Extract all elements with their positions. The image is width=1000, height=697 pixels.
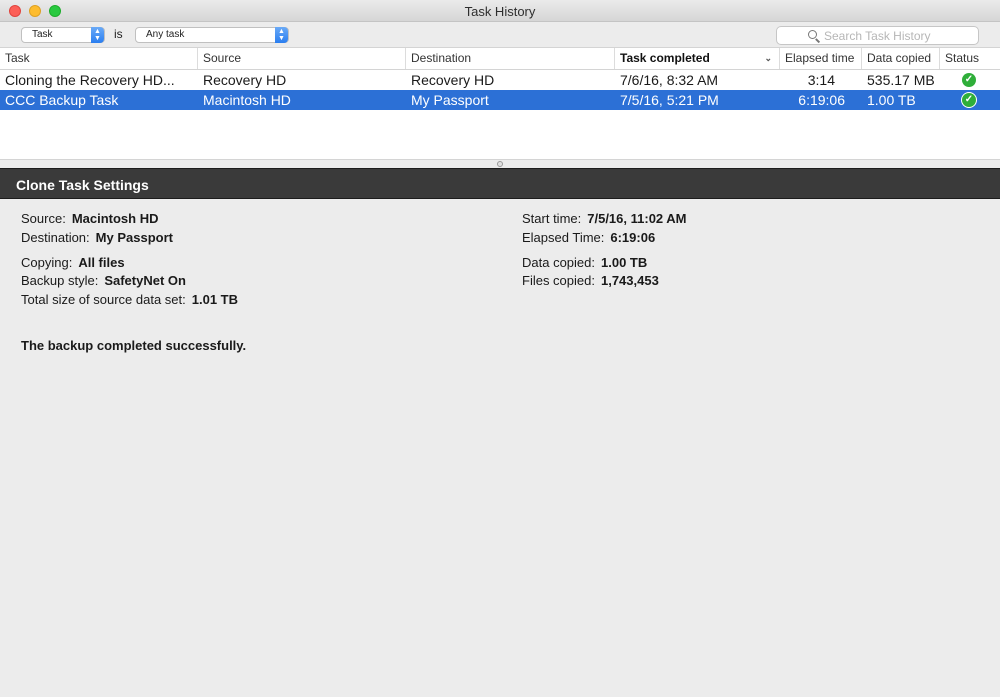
- column-header-source[interactable]: Source: [198, 48, 406, 69]
- detail-data-copied-label: Data copied:: [522, 255, 595, 270]
- cell-task: CCC Backup Task: [5, 92, 119, 108]
- detail-files-copied-value: 1,743,453: [600, 273, 659, 288]
- cell-data-copied: 535.17 MB: [867, 72, 935, 88]
- detail-data-copied-value: 1.00 TB: [601, 255, 648, 270]
- detail-copying-label: Copying:: [21, 255, 73, 270]
- detail-total-size-label: Total size of source data set:: [21, 292, 186, 307]
- filter-match-value: Any task: [146, 29, 185, 40]
- detail-start-time-label: Start time:: [522, 211, 582, 226]
- result-message: The backup completed successfully.: [21, 338, 247, 353]
- detail-source-label: Source:: [21, 211, 66, 226]
- filter-field-popup[interactable]: Task ▲ ▼: [21, 27, 105, 43]
- detail-source: Source: Macintosh HD: [21, 211, 158, 226]
- search-icon: [808, 30, 817, 39]
- detail-files-copied-label: Files copied:: [522, 273, 595, 288]
- column-header-elapsed-time[interactable]: Elapsed time: [780, 48, 862, 69]
- title-bar[interactable]: Task History: [0, 0, 1000, 22]
- cell-destination: My Passport: [411, 92, 489, 108]
- detail-backup-style: Backup style: SafetyNet On: [21, 273, 186, 288]
- cell-elapsed-time: 6:19:06: [798, 92, 845, 108]
- detail-destination-label: Destination:: [21, 230, 90, 245]
- cell-task: Cloning the Recovery HD...: [5, 72, 175, 88]
- detail-elapsed-time-value: 6:19:06: [610, 230, 656, 245]
- cell-data-copied: 1.00 TB: [867, 92, 916, 108]
- detail-destination: Destination: My Passport: [21, 230, 173, 245]
- success-check-icon: ✓: [962, 73, 976, 87]
- table-body: Cloning the Recovery HD... Recovery HD R…: [0, 70, 1000, 110]
- cell-task-completed: 7/5/16, 5:21 PM: [620, 92, 719, 108]
- detail-backup-style-value: SafetyNet On: [104, 273, 186, 288]
- cell-source: Recovery HD: [203, 72, 287, 88]
- detail-total-size-value: 1.01 TB: [191, 292, 239, 307]
- split-view-divider[interactable]: [0, 160, 1000, 168]
- search-field[interactable]: [776, 26, 979, 45]
- table-row[interactable]: Cloning the Recovery HD... Recovery HD R…: [0, 70, 1000, 90]
- up-down-arrows-icon: ▲ ▼: [275, 27, 288, 43]
- filter-field-value: Task: [32, 29, 53, 40]
- detail-elapsed-time: Elapsed Time: 6:19:06: [522, 230, 655, 245]
- table-header: Task Source Destination Task completed ⌄…: [0, 48, 1000, 70]
- task-history-window: Task History Task ▲▼ is Any task ▲▼ Task…: [0, 0, 1000, 697]
- filter-toolbar: Task ▲ ▼ is Any task ▲ ▼: [0, 22, 1000, 47]
- task-history-table: Task Source Destination Task completed ⌄…: [0, 47, 1000, 160]
- window-title: Task History: [464, 4, 536, 19]
- detail-files-copied: Files copied: 1,743,453: [522, 273, 659, 288]
- cell-destination: Recovery HD: [411, 72, 495, 88]
- cell-source: Macintosh HD: [203, 92, 291, 108]
- detail-elapsed-time-label: Elapsed Time:: [522, 230, 605, 245]
- sort-descending-chevron-icon: ⌄: [764, 53, 772, 63]
- detail-backup-style-label: Backup style:: [21, 273, 99, 288]
- up-down-arrows-icon: ▲ ▼: [91, 27, 104, 43]
- cell-task-completed: 7/6/16, 8:32 AM: [620, 72, 719, 88]
- settings-panel-title: Clone Task Settings: [16, 177, 149, 193]
- divider-handle-icon[interactable]: [497, 161, 503, 167]
- filter-operator-label: is: [114, 27, 123, 41]
- detail-total-size: Total size of source data set: 1.01 TB: [21, 292, 238, 307]
- detail-start-time: Start time: 7/5/16, 11:02 AM: [522, 211, 687, 226]
- success-check-icon: ✓: [962, 93, 976, 107]
- detail-start-time-value: 7/5/16, 11:02 AM: [587, 211, 687, 226]
- detail-copying-value: All files: [78, 255, 125, 270]
- settings-panel-header: Clone Task Settings: [0, 168, 1000, 199]
- column-header-data-copied[interactable]: Data copied: [862, 48, 940, 69]
- search-input[interactable]: [824, 28, 974, 43]
- detail-destination-value: My Passport: [95, 230, 173, 245]
- cell-elapsed-time: 3:14: [807, 72, 835, 88]
- column-header-task-completed-label: Task completed: [620, 51, 710, 65]
- column-header-task[interactable]: Task: [0, 48, 198, 69]
- detail-copying: Copying: All files: [21, 255, 125, 270]
- detail-source-value: Macintosh HD: [71, 211, 159, 226]
- column-header-destination[interactable]: Destination: [406, 48, 615, 69]
- detail-data-copied: Data copied: 1.00 TB: [522, 255, 647, 270]
- filter-match-popup[interactable]: Any task ▲ ▼: [135, 27, 289, 43]
- table-row-selected[interactable]: CCC Backup Task Macintosh HD My Passport…: [0, 90, 1000, 110]
- column-header-status[interactable]: Status: [940, 48, 996, 69]
- column-header-task-completed[interactable]: Task completed ⌄: [615, 48, 780, 69]
